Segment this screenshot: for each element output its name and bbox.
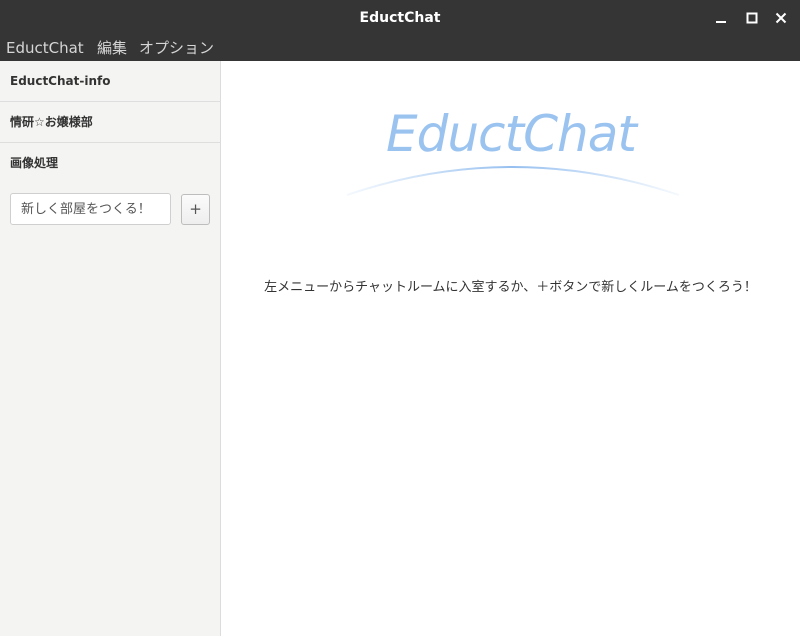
window-title: EductChat bbox=[359, 10, 441, 26]
instruction-text: 左メニューからチャットルームに入室するか、＋ボタンで新しくルームをつくろう！ bbox=[264, 280, 757, 295]
menu-edit[interactable]: 編集 bbox=[97, 36, 127, 61]
sidebar-item-eductchat-info[interactable]: EductChat-info bbox=[0, 61, 220, 102]
sidebar-item-image-processing[interactable]: 画像処理 bbox=[0, 143, 220, 184]
sidebar-item-label: 画像処理 bbox=[10, 156, 59, 170]
sidebar-item-ojousama-bu[interactable]: 情研☆お嬢様部 bbox=[0, 102, 220, 143]
menu-options[interactable]: オプション bbox=[139, 36, 214, 61]
sidebar-item-label: EductChat-info bbox=[10, 74, 111, 88]
app-window: EductChat EductChat 編集 オプション EductChat-i… bbox=[0, 0, 800, 636]
sidebar-item-label: 情研☆お嬢様部 bbox=[10, 115, 93, 129]
logo-text: EductChat bbox=[386, 105, 637, 163]
add-room-button[interactable]: + bbox=[181, 194, 210, 225]
minimize-icon[interactable] bbox=[711, 8, 731, 28]
sidebar: EductChat-info 情研☆お嬢様部 画像処理 + bbox=[0, 61, 221, 636]
main-content: EductChat 左メニューからチャットルームに入室するか、＋ボタンで新しくル… bbox=[221, 61, 800, 636]
eductchat-logo: EductChat bbox=[341, 99, 681, 199]
maximize-icon[interactable] bbox=[742, 8, 762, 28]
title-bar[interactable]: EductChat bbox=[0, 0, 800, 36]
new-room-input[interactable] bbox=[10, 193, 171, 225]
close-icon[interactable] bbox=[771, 8, 791, 28]
menu-app[interactable]: EductChat bbox=[6, 36, 84, 61]
menu-bar: EductChat 編集 オプション bbox=[0, 36, 800, 61]
